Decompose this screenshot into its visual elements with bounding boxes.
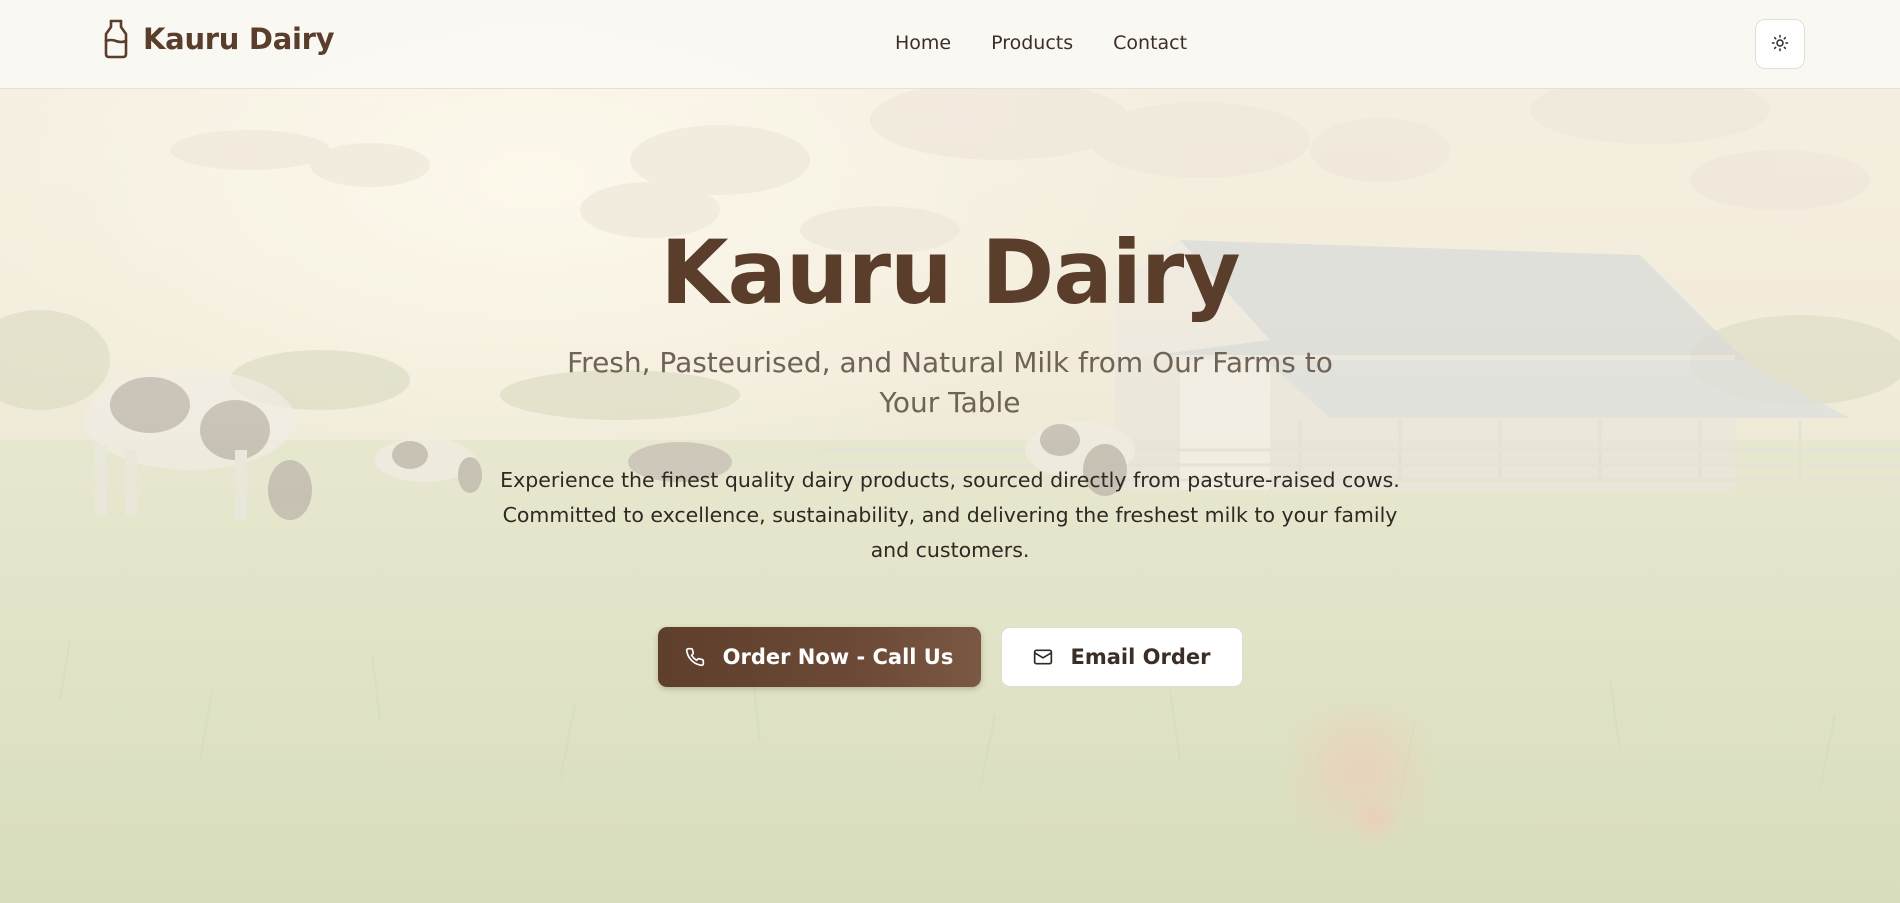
mail-icon <box>1033 647 1053 667</box>
order-call-button[interactable]: Order Now - Call Us <box>657 627 981 687</box>
hero-subtitle: Fresh, Pasteurised, and Natural Milk fro… <box>567 346 1333 419</box>
main-nav: Home Products Contact <box>895 32 1187 54</box>
nav-link-contact[interactable]: Contact <box>1113 32 1187 54</box>
brand-logo-link[interactable]: Kauru Dairy <box>103 19 335 59</box>
hero-section: Kauru Dairy Fresh, Pasteurised, and Natu… <box>0 89 1900 903</box>
phone-icon <box>685 647 705 667</box>
email-order-button[interactable]: Email Order <box>1000 627 1243 687</box>
sun-icon <box>1771 34 1789 55</box>
order-call-label: Order Now - Call Us <box>722 645 954 669</box>
milk-bottle-icon <box>103 19 129 59</box>
hero-title: Kauru Dairy <box>660 221 1240 324</box>
site-header: Kauru Dairy Home Products Contact <box>0 0 1900 89</box>
nav-link-products[interactable]: Products <box>991 32 1073 54</box>
brand-name: Kauru Dairy <box>143 22 335 56</box>
nav-link-home[interactable]: Home <box>895 32 951 54</box>
hero-description: Experience the finest quality dairy prod… <box>500 468 1400 562</box>
theme-toggle-button[interactable] <box>1755 19 1805 69</box>
email-order-label: Email Order <box>1070 645 1211 669</box>
hero-cta-group: Order Now - Call Us Email Order <box>0 627 1900 687</box>
